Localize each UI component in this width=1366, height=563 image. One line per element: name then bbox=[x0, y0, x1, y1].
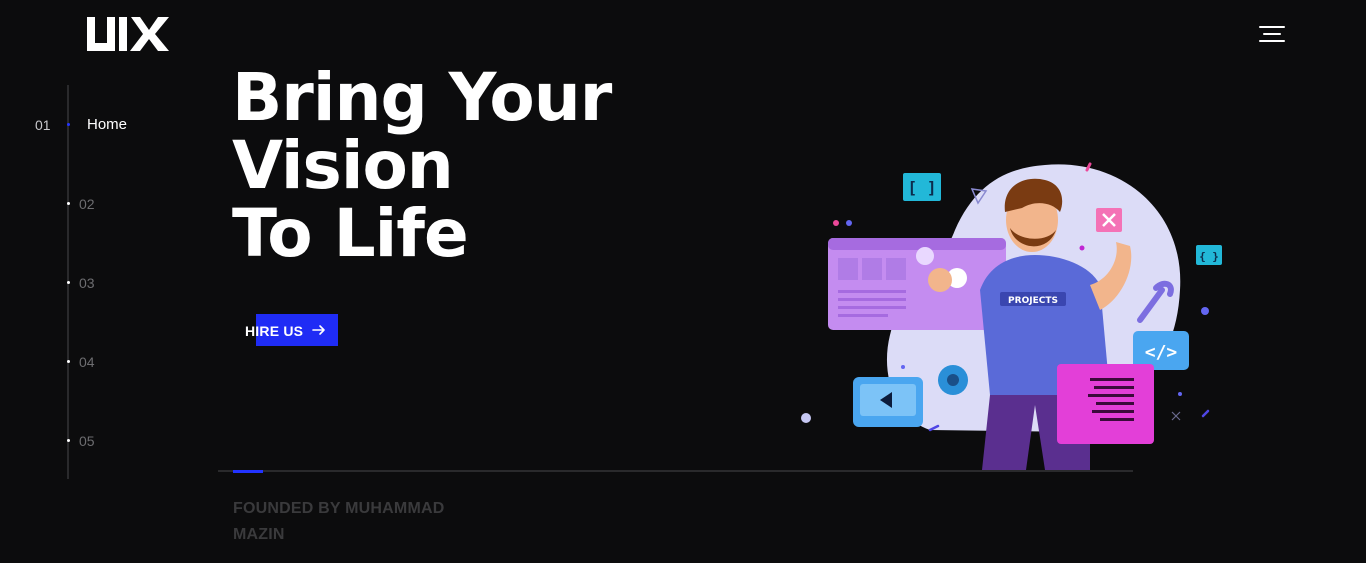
developer-illustration: [ ] { } PROJECTS </> bbox=[801, 162, 1222, 470]
nav-dot bbox=[67, 439, 70, 442]
nav-number: 03 bbox=[79, 275, 95, 291]
nav-number: 01 bbox=[35, 117, 51, 133]
nav-number: 04 bbox=[79, 354, 95, 370]
uix-logo[interactable] bbox=[85, 15, 171, 55]
founded-by-text: FOUNDED BY MUHAMMAD MAZIN bbox=[233, 500, 445, 543]
slide-progress-fill bbox=[233, 470, 263, 473]
hero-title: Bring Your Vision To Life bbox=[232, 64, 792, 268]
slide-navigation: 01 Home 02 03 04 05 bbox=[0, 85, 200, 480]
hero-page: 01 Home 02 03 04 05 Bring Your Vision To… bbox=[0, 0, 1366, 563]
hire-us-label: HIRE US bbox=[245, 323, 304, 339]
svg-text:[ ]: [ ] bbox=[908, 178, 937, 197]
nav-item-05[interactable]: 05 bbox=[0, 429, 200, 453]
nav-item-01[interactable]: 01 Home bbox=[0, 113, 200, 137]
projects-shirt-label: PROJECTS bbox=[1008, 296, 1058, 306]
hamburger-menu-button[interactable] bbox=[1259, 24, 1285, 44]
hire-us-button[interactable]: HIRE US bbox=[245, 314, 339, 346]
hero-title-line-3: To Life bbox=[232, 195, 469, 272]
nav-number: 02 bbox=[79, 196, 95, 212]
nav-item-03[interactable]: 03 bbox=[0, 271, 200, 295]
nav-dot bbox=[67, 360, 70, 363]
nav-item-02[interactable]: 02 bbox=[0, 192, 200, 216]
nav-dot bbox=[67, 281, 70, 284]
nav-dot bbox=[67, 202, 70, 205]
hero-title-line-1: Bring Your bbox=[232, 59, 612, 136]
arrow-right-icon bbox=[312, 325, 325, 335]
hero-title-line-2: Vision bbox=[232, 127, 454, 204]
svg-text:{ }: { } bbox=[1199, 250, 1219, 263]
nav-number: 05 bbox=[79, 433, 95, 449]
nav-item-04[interactable]: 04 bbox=[0, 350, 200, 374]
nav-label-home: Home bbox=[87, 116, 128, 133]
nav-dot bbox=[67, 123, 70, 126]
slide-progress-track bbox=[218, 470, 1133, 472]
svg-text:</>: </> bbox=[1145, 342, 1178, 363]
